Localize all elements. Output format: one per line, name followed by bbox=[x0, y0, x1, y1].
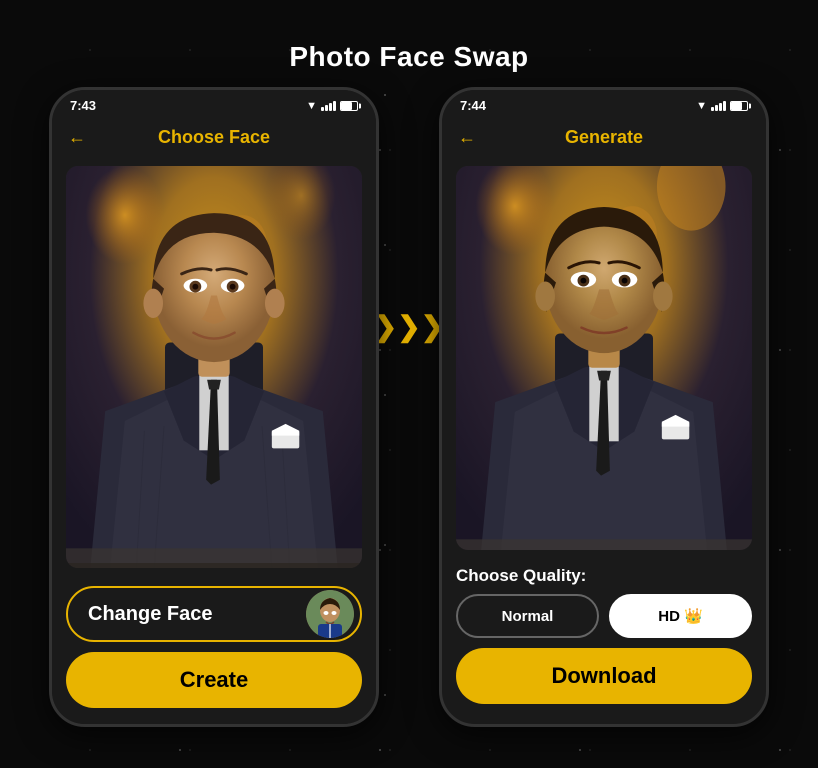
right-header-title: Generate bbox=[565, 127, 643, 148]
face-thumbnail-svg bbox=[306, 590, 354, 638]
normal-quality-label: Normal bbox=[502, 608, 554, 625]
change-face-button[interactable]: Change Face bbox=[66, 586, 362, 642]
chevron3: ❯ bbox=[397, 313, 420, 341]
create-button[interactable]: Create bbox=[66, 652, 362, 708]
left-status-bar: 7:43 ▼ bbox=[52, 90, 376, 117]
left-bottom-controls: Change Face bbox=[52, 576, 376, 724]
left-header-title: Choose Face bbox=[158, 127, 270, 148]
bar1 bbox=[321, 107, 324, 111]
arrows-container: ❯ ❯ ❯ ❯ ❯ bbox=[379, 313, 439, 501]
left-photo-area bbox=[66, 166, 362, 568]
download-button[interactable]: Download bbox=[456, 648, 752, 704]
change-face-label: Change Face bbox=[88, 603, 212, 626]
right-bar2 bbox=[715, 105, 718, 111]
left-status-icons: ▼ bbox=[306, 100, 358, 112]
normal-quality-button[interactable]: Normal bbox=[456, 594, 599, 638]
signal-icon: ▼ bbox=[306, 100, 317, 112]
left-back-button[interactable]: ← bbox=[68, 127, 86, 148]
quality-section: Choose Quality: Normal HD 👑 bbox=[442, 558, 766, 638]
page-title: Photo Face Swap bbox=[289, 41, 528, 73]
right-phone: 7:44 ▼ ← Generate bbox=[439, 87, 769, 727]
battery-fill bbox=[341, 102, 352, 110]
right-bar4 bbox=[723, 101, 726, 111]
right-signal-icon: ▼ bbox=[696, 100, 707, 112]
right-battery-icon bbox=[730, 101, 748, 111]
signal-bars bbox=[321, 101, 336, 111]
right-signal-bars bbox=[711, 101, 726, 111]
left-status-time: 7:43 bbox=[70, 98, 96, 113]
right-battery-fill bbox=[731, 102, 742, 110]
face-thumbnail bbox=[306, 590, 354, 638]
hd-quality-button[interactable]: HD 👑 bbox=[609, 594, 752, 638]
hd-quality-label: HD 👑 bbox=[658, 607, 703, 625]
right-bar3 bbox=[719, 103, 722, 111]
right-photo-area bbox=[456, 166, 752, 550]
quality-options: Normal HD 👑 bbox=[456, 594, 752, 638]
bar4 bbox=[333, 101, 336, 111]
right-status-time: 7:44 bbox=[460, 98, 486, 113]
bar2 bbox=[325, 105, 328, 111]
right-status-icons: ▼ bbox=[696, 100, 748, 112]
create-label: Create bbox=[180, 667, 248, 693]
download-label: Download bbox=[551, 663, 656, 689]
right-back-button[interactable]: ← bbox=[458, 127, 476, 148]
left-phone: 7:43 ▼ ← Choose Face bbox=[49, 87, 379, 727]
right-app-header: ← Generate bbox=[442, 117, 766, 158]
download-section: Download bbox=[442, 638, 766, 724]
bar3 bbox=[329, 103, 332, 111]
quality-label: Choose Quality: bbox=[456, 566, 752, 586]
battery-icon bbox=[340, 101, 358, 111]
left-photo-svg bbox=[66, 166, 362, 568]
right-photo-svg bbox=[456, 166, 752, 550]
left-app-header: ← Choose Face bbox=[52, 117, 376, 158]
right-status-bar: 7:44 ▼ bbox=[442, 90, 766, 117]
phones-container: 7:43 ▼ ← Choose Face bbox=[49, 87, 769, 727]
right-bar1 bbox=[711, 107, 714, 111]
